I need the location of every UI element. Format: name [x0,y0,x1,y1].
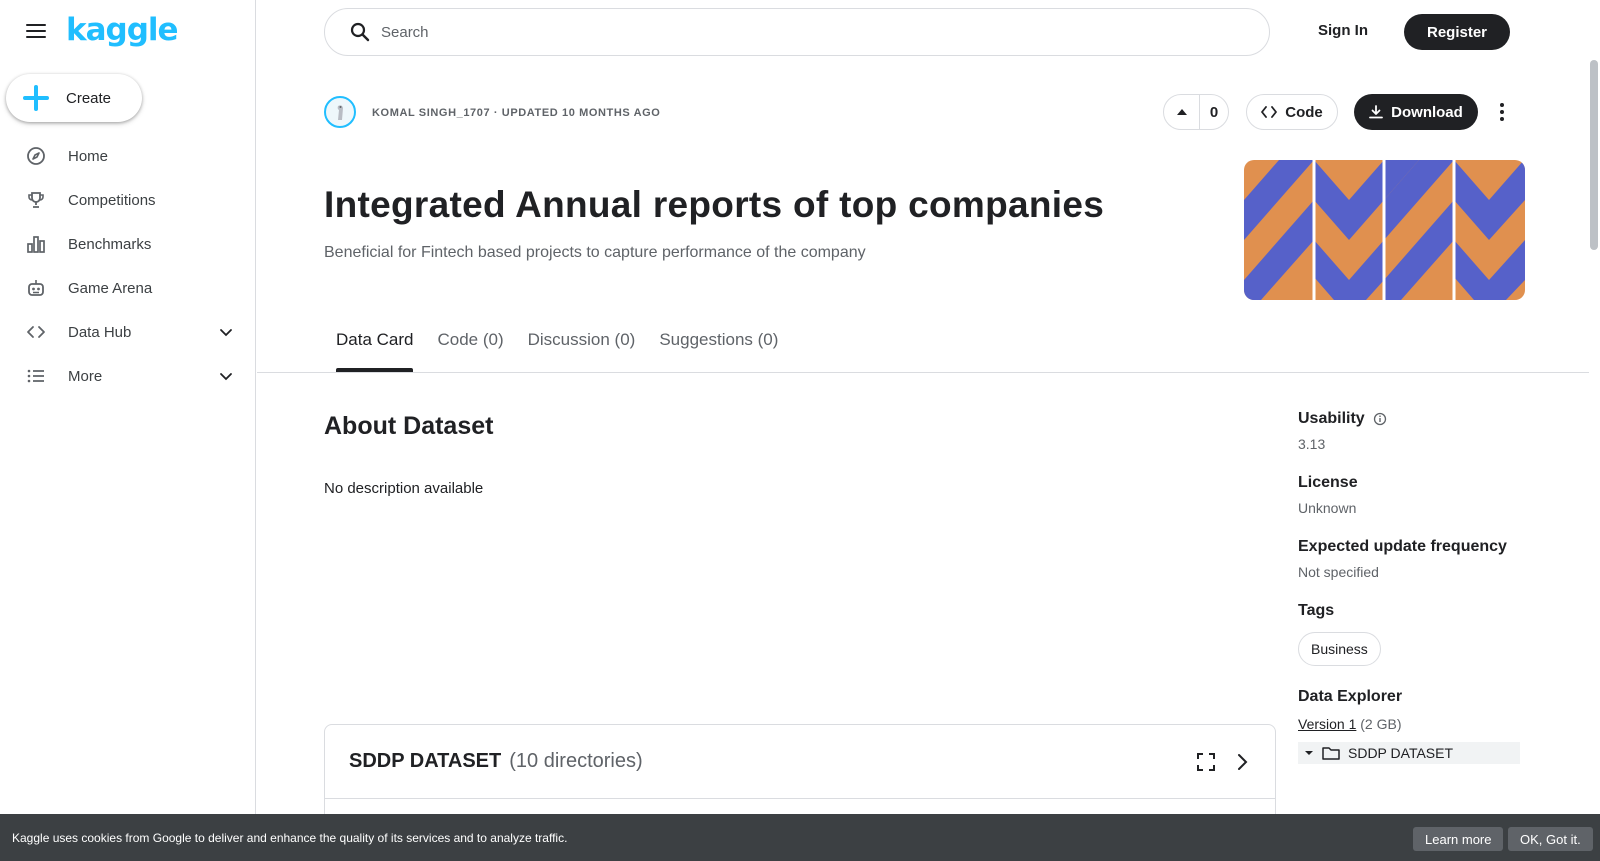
sidebar: kaggle Create Home Competitions Benchmar… [0,0,256,861]
sidebar-item-game-arena[interactable]: Game Arena [0,266,256,310]
dataset-meta: KOMAL SINGH_1707 · UPDATED 10 MONTHS AGO [372,107,661,119]
list-icon [26,366,46,386]
avatar[interactable] [324,96,356,128]
sidebar-item-label: Benchmarks [68,235,152,253]
tags-label: Tags [1298,602,1335,619]
search-icon [350,22,370,42]
cookie-banner: Kaggle uses cookies from Google to deliv… [0,814,1600,861]
chevron-down-icon[interactable] [218,324,234,340]
license-block: License Unknown [1298,474,1528,516]
data-card-name: SDDP DATASET [349,750,502,772]
page-scrollbar[interactable] [1590,60,1598,250]
search-bar[interactable] [324,8,1270,56]
caret-up-icon [1176,109,1187,115]
about-dataset-heading: About Dataset [324,412,494,440]
page-title: Integrated Annual reports of top compani… [324,184,1105,225]
trophy-icon [26,190,46,210]
robot-icon [26,278,46,298]
vote-count: 0 [1209,103,1219,121]
bar-chart-icon [26,234,46,254]
sidebar-item-label: Competitions [68,191,156,209]
create-label: Create [66,89,112,107]
chevron-right-icon[interactable] [1231,751,1253,773]
more-options-icon[interactable] [1492,100,1512,124]
fullscreen-icon[interactable] [1195,751,1217,773]
sidebar-item-benchmarks[interactable]: Benchmarks [0,222,256,266]
tab-suggestions[interactable]: Suggestions (0) [659,330,778,372]
code-brackets-icon [26,322,46,342]
about-dataset-description: No description available [324,480,484,497]
usability-label: Usability [1298,410,1365,427]
info-icon[interactable] [1373,412,1387,426]
frequency-block: Expected update frequency Not specified [1298,538,1528,580]
license-value: Unknown [1298,500,1357,516]
version-link[interactable]: Version 1 [1298,716,1356,732]
plus-icon [22,84,50,112]
download-button-label: Download [1391,103,1463,121]
tabs-divider [257,372,1589,373]
page-subtitle: Beneficial for Fintech based projects to… [324,244,866,261]
search-input[interactable] [381,23,1269,41]
cookie-ok-button[interactable]: OK, Got it. [1508,827,1593,851]
sidebar-item-competitions[interactable]: Competitions [0,178,256,222]
version-line: Version 1 (2 GB) [1298,716,1528,732]
tab-code[interactable]: Code (0) [437,330,503,372]
tab-bar: Data Card Code (0) Discussion (0) Sugges… [336,330,778,372]
tag-chip-business[interactable]: Business [1298,632,1381,666]
explorer-folder-label: SDDP DATASET [1348,745,1454,761]
learn-more-button[interactable]: Learn more [1413,827,1504,851]
data-explorer-block: Data Explorer Version 1 (2 GB) SDDP DATA… [1298,688,1528,764]
kaggle-logo[interactable]: kaggle [66,12,179,48]
download-icon [1369,105,1384,119]
sidebar-item-label: Home [68,147,109,165]
caret-down-icon[interactable] [1304,748,1314,758]
data-card-header: SDDP DATASET (10 directories) [325,725,1275,799]
code-button[interactable]: Code [1246,94,1338,130]
sidebar-item-label: More [68,367,103,385]
explorer-folder-row[interactable]: SDDP DATASET [1298,742,1520,764]
download-button[interactable]: Download [1354,94,1478,130]
sidebar-item-home[interactable]: Home [0,134,256,178]
sidebar-nav: Home Competitions Benchmarks Game Arena … [0,134,256,398]
tags-block: Tags Business [1298,602,1528,666]
sidebar-item-label: Data Hub [68,323,132,341]
usability-block: Usability 3.13 [1298,410,1528,452]
data-explorer-label: Data Explorer [1298,688,1403,705]
sign-in-button[interactable]: Sign In [1318,22,1368,39]
code-brackets-icon [1261,106,1278,118]
folder-icon [1322,747,1340,760]
license-label: License [1298,474,1358,491]
upvote-widget: 0 [1163,94,1229,130]
frequency-value: Not specified [1298,564,1379,580]
tab-data-card[interactable]: Data Card [336,330,414,372]
data-card-count: (10 directories) [509,750,643,772]
version-size: (2 GB) [1360,716,1402,732]
dataset-sidebar: Usability 3.13 License Unknown Expected … [1298,410,1528,786]
tab-discussion[interactable]: Discussion (0) [528,330,636,372]
compass-icon [26,146,46,166]
cookie-text: Kaggle uses cookies from Google to deliv… [12,830,568,845]
code-button-label: Code [1285,103,1323,121]
register-button[interactable]: Register [1404,14,1510,50]
dataset-cover-image [1244,160,1525,300]
sidebar-item-more[interactable]: More [0,354,256,398]
upvote-button[interactable] [1164,95,1200,129]
sidebar-item-data-hub[interactable]: Data Hub [0,310,256,354]
frequency-label: Expected update frequency [1298,538,1507,555]
usability-value: 3.13 [1298,436,1326,452]
chevron-down-icon[interactable] [218,368,234,384]
create-button[interactable]: Create [6,74,142,122]
hamburger-menu-icon[interactable] [24,20,48,44]
sidebar-item-label: Game Arena [68,279,153,297]
